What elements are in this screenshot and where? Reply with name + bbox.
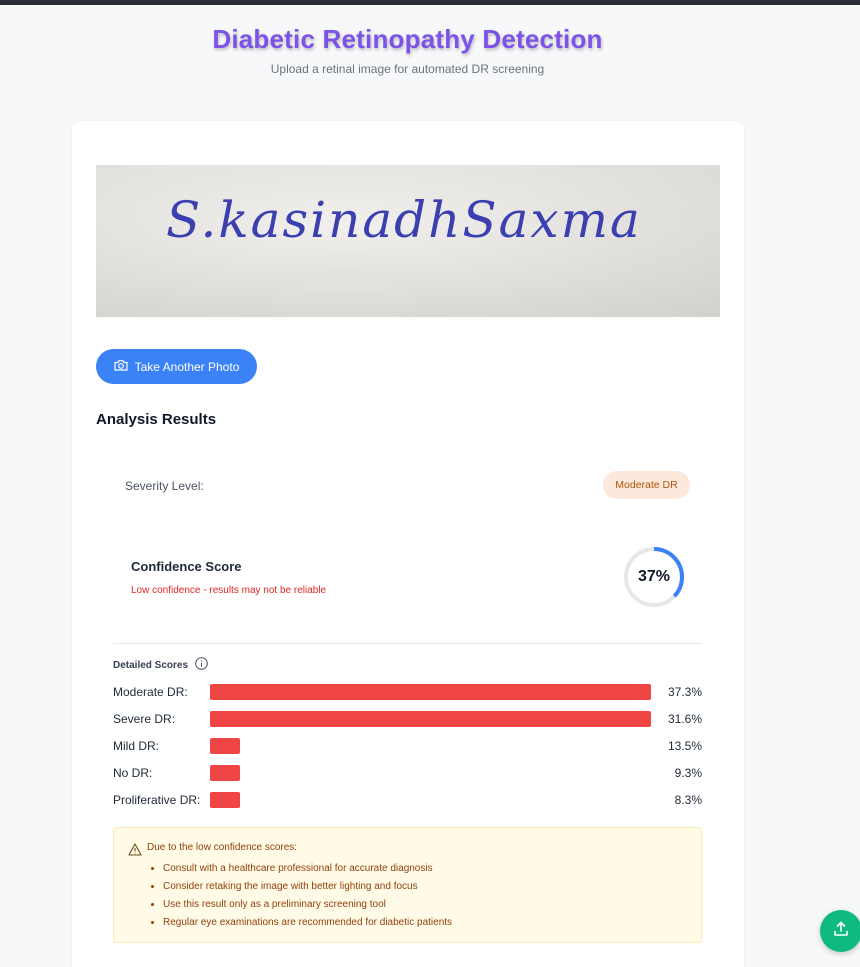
page-title: Diabetic Retinopathy Detection bbox=[212, 24, 603, 54]
score-track bbox=[210, 738, 651, 754]
score-value: 13.5% bbox=[667, 739, 702, 753]
take-another-photo-label: Take Another Photo bbox=[134, 359, 240, 374]
analysis-results-heading: Analysis Results bbox=[96, 411, 217, 428]
notice-item: Regular eye examinations are recommended… bbox=[163, 917, 452, 935]
upload-icon bbox=[832, 920, 850, 943]
score-track bbox=[210, 765, 651, 781]
score-track bbox=[210, 684, 651, 700]
camera-icon bbox=[114, 359, 128, 374]
score-label: Proliferative DR: bbox=[113, 793, 201, 807]
low-confidence-notice: Due to the low confidence scores: Consul… bbox=[113, 827, 702, 943]
score-row-mild: Mild DR: 13.5% bbox=[113, 738, 702, 755]
score-label: Moderate DR: bbox=[113, 685, 188, 699]
score-track bbox=[210, 711, 651, 727]
score-row-severe: Severe DR: 31.6% bbox=[113, 711, 702, 728]
severity-badge: Moderate DR bbox=[603, 471, 690, 499]
confidence-value: 37% bbox=[637, 568, 671, 585]
notice-list: Consult with a healthcare professional f… bbox=[163, 863, 452, 935]
section-divider bbox=[113, 643, 702, 644]
notice-item: Consider retaking the image with better … bbox=[163, 881, 452, 899]
score-row-moderate: Moderate DR: 37.3% bbox=[113, 684, 702, 701]
score-value: 37.3% bbox=[667, 685, 702, 699]
score-label: Mild DR: bbox=[113, 739, 160, 753]
score-bar bbox=[210, 738, 240, 754]
score-label: Severe DR: bbox=[113, 712, 176, 726]
notice-item: Consult with a healthcare professional f… bbox=[163, 863, 452, 881]
handwriting-image-text: S.kasinadhSaxma bbox=[166, 191, 642, 249]
page-subtitle: Upload a retinal image for automated DR … bbox=[270, 62, 545, 76]
severity-label: Severity Level: bbox=[125, 479, 204, 493]
score-bar bbox=[210, 765, 240, 781]
score-label: No DR: bbox=[113, 766, 153, 780]
score-bar bbox=[210, 684, 651, 700]
score-bar bbox=[210, 711, 651, 727]
detailed-scores-heading: Detailed Scores bbox=[113, 657, 208, 673]
score-value: 8.3% bbox=[674, 793, 702, 807]
top-bar bbox=[0, 0, 860, 5]
notice-item: Use this result only as a preliminary sc… bbox=[163, 899, 452, 917]
score-value: 9.3% bbox=[674, 766, 702, 780]
info-icon[interactable] bbox=[195, 657, 208, 673]
score-track bbox=[210, 792, 651, 808]
confidence-warning: Low confidence - results may not be reli… bbox=[131, 585, 327, 596]
take-another-photo-button[interactable]: Take Another Photo bbox=[96, 349, 257, 384]
share-upload-button[interactable] bbox=[820, 910, 860, 952]
notice-heading: Due to the low confidence scores: bbox=[147, 842, 298, 853]
score-row-no-dr: No DR: 9.3% bbox=[113, 765, 702, 782]
image-preview: S.kasinadhSaxma bbox=[96, 165, 720, 317]
warning-icon bbox=[128, 843, 142, 861]
score-bar bbox=[210, 792, 240, 808]
score-row-proliferative: Proliferative DR: 8.3% bbox=[113, 792, 702, 809]
score-value: 31.6% bbox=[667, 712, 702, 726]
detailed-scores-label: Detailed Scores bbox=[113, 659, 189, 671]
confidence-title: Confidence Score bbox=[131, 559, 242, 574]
